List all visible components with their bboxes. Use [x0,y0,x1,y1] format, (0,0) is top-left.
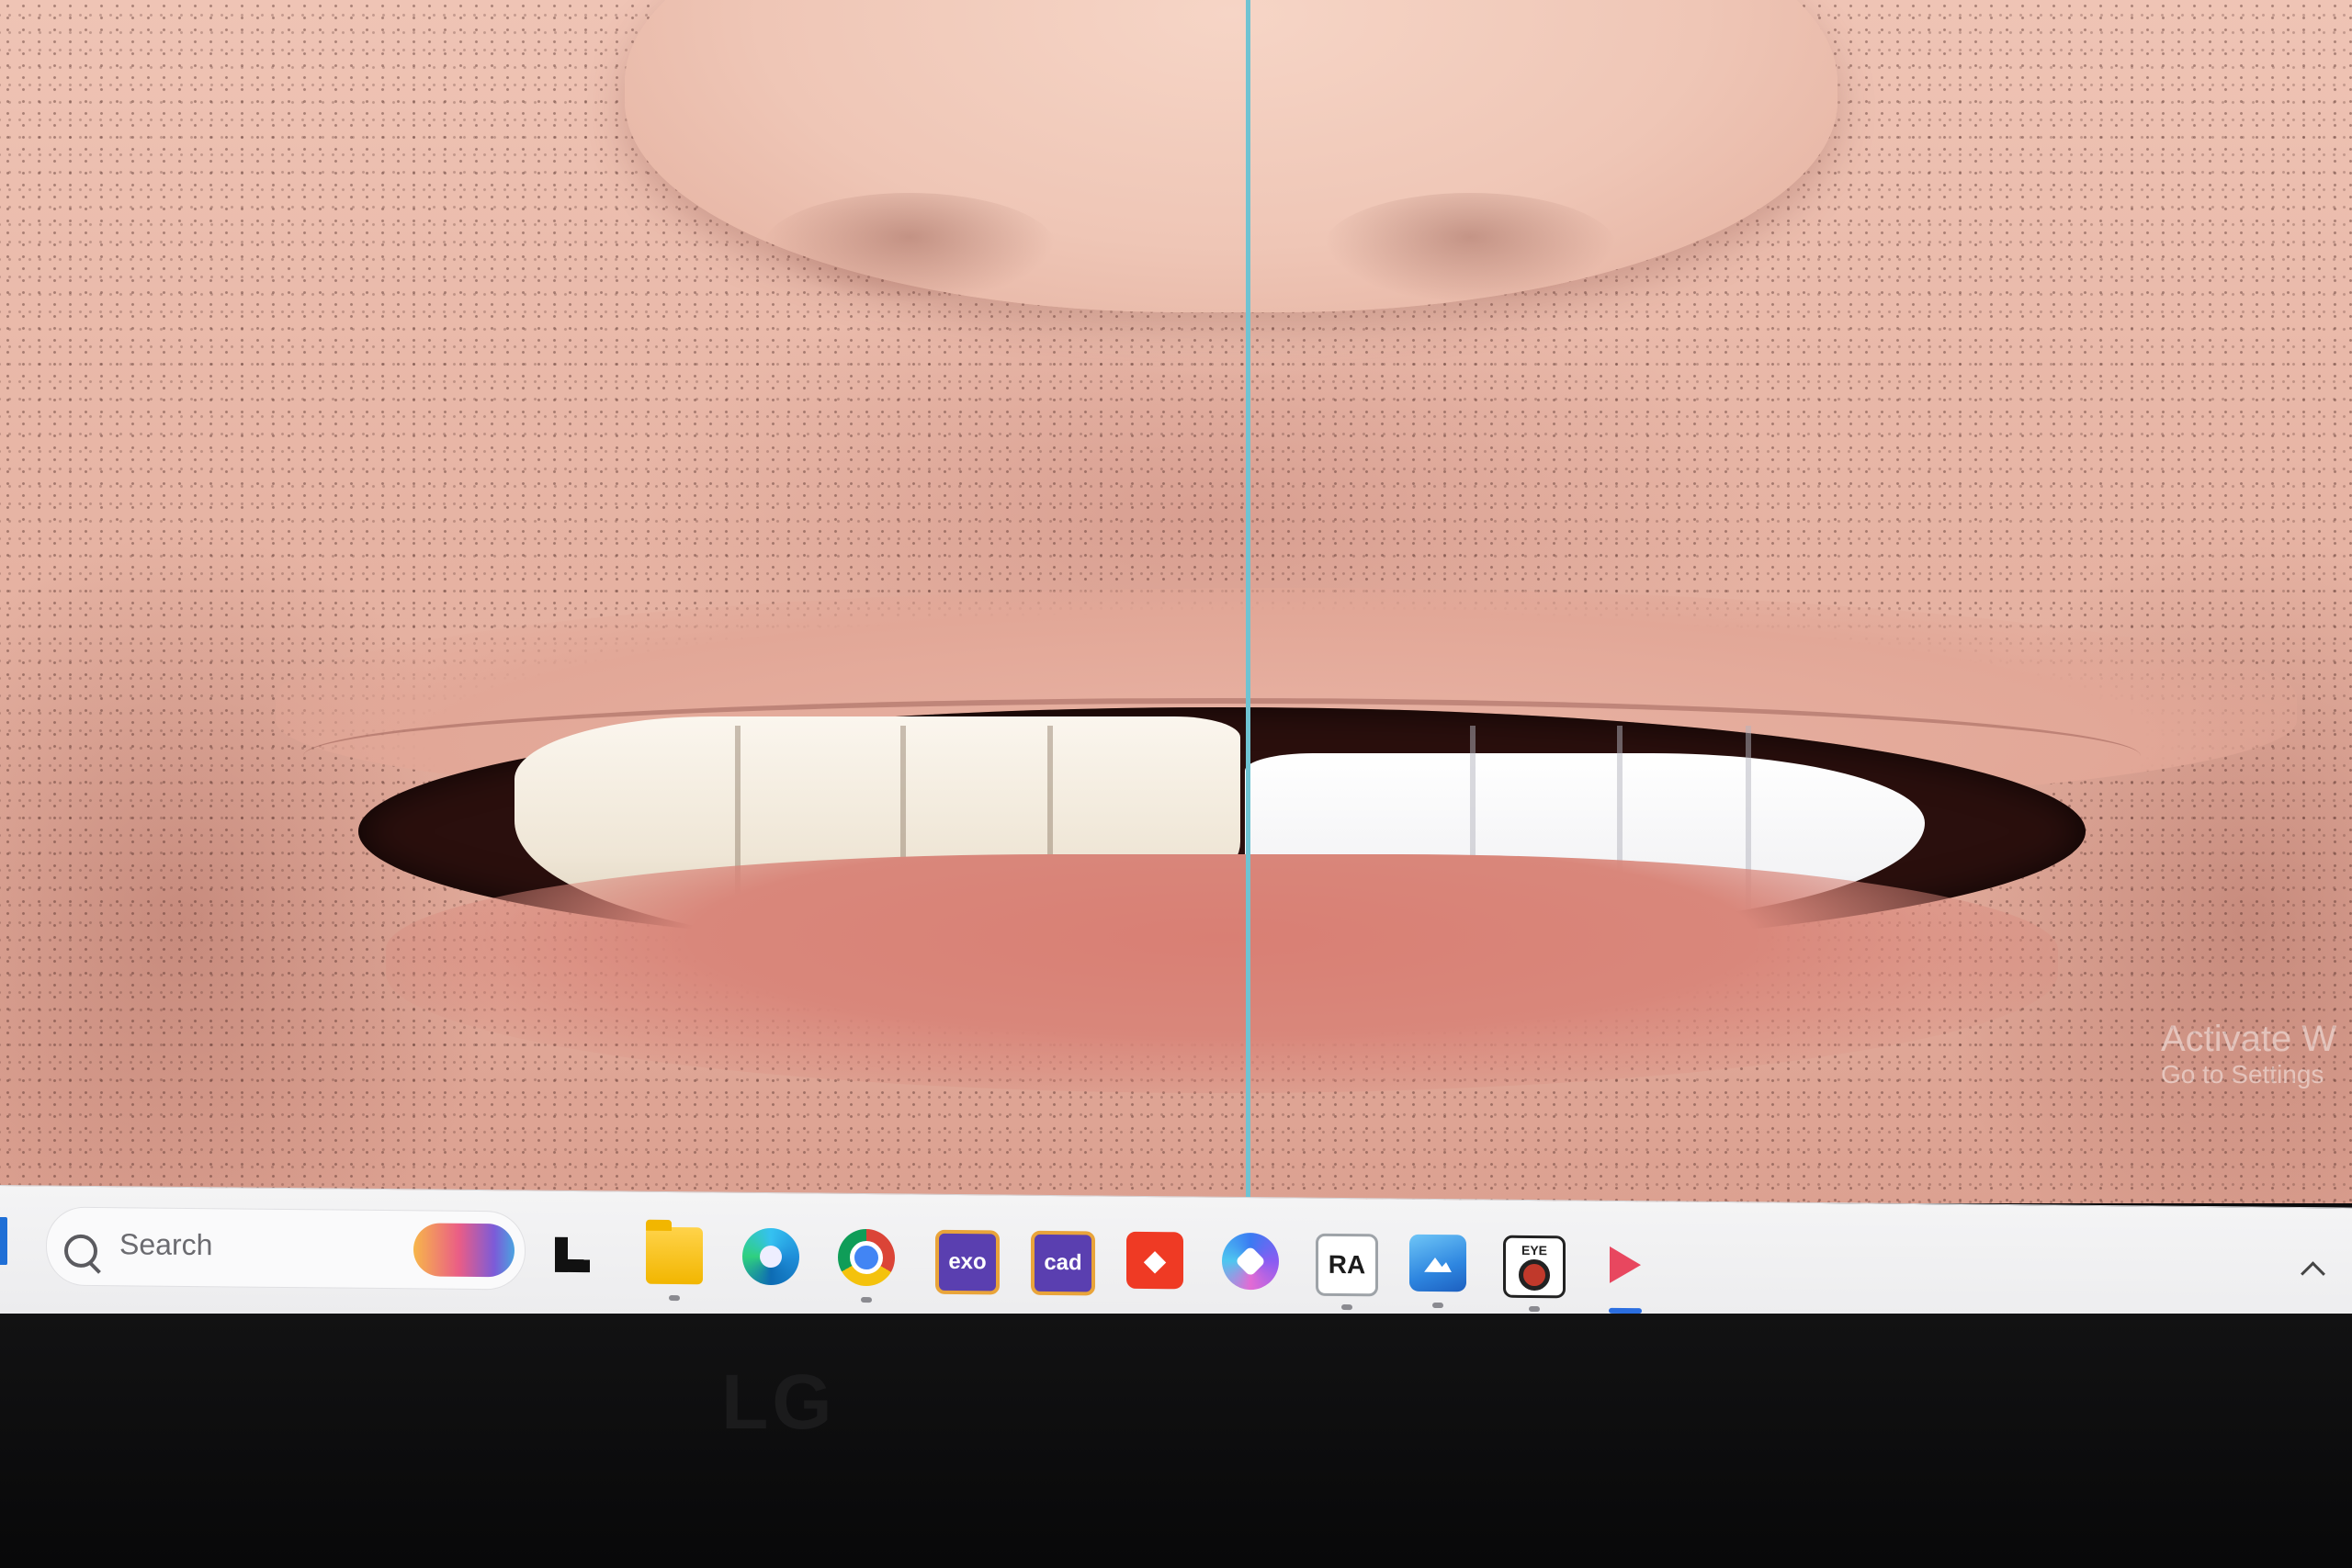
ra-label: RA [1328,1249,1366,1280]
copilot-icon[interactable] [1222,1232,1279,1291]
search-label: Search [119,1227,213,1262]
lip-line [303,698,2141,814]
search-highlight-icon[interactable] [413,1223,514,1278]
watermark-line-1: Activate W [2161,1019,2337,1059]
search-icon [64,1234,97,1269]
anydesk-icon[interactable]: ◆ [1126,1231,1183,1290]
start-button[interactable] [0,1216,7,1266]
chrome-icon[interactable] [838,1228,895,1303]
exocad-icon[interactable]: exo [935,1229,1000,1295]
photos-icon[interactable] [1409,1234,1466,1309]
comparison-divider-handle[interactable] [1246,0,1250,1203]
arrow-app-icon[interactable] [1597,1236,1654,1314]
eye-app-label: EYE [1521,1242,1547,1258]
cad-label: cad [1044,1249,1082,1276]
task-view-icon[interactable] [549,1226,606,1284]
lower-lip [386,854,2058,1093]
eye-app-icon[interactable]: EYE [1503,1235,1566,1313]
watermark-line-2: Go to Settings [2161,1060,2324,1089]
chevron-up-icon[interactable] [2301,1261,2325,1287]
monitor-bezel [0,1314,2352,1568]
before-after-photo: Activate W Go to Settings [0,0,2352,1203]
activation-watermark: Activate W Go to Settings [2161,1018,2336,1089]
exocad-label: exo [948,1248,987,1275]
edge-icon[interactable] [742,1227,799,1286]
ra-icon[interactable]: RA [1316,1233,1378,1311]
monitor-brand-logo: LG [721,1359,836,1445]
nostril-right [1323,193,1617,303]
cad-icon[interactable]: cad [1031,1230,1095,1296]
folder-icon[interactable] [646,1226,703,1302]
nostril-left [763,193,1057,303]
